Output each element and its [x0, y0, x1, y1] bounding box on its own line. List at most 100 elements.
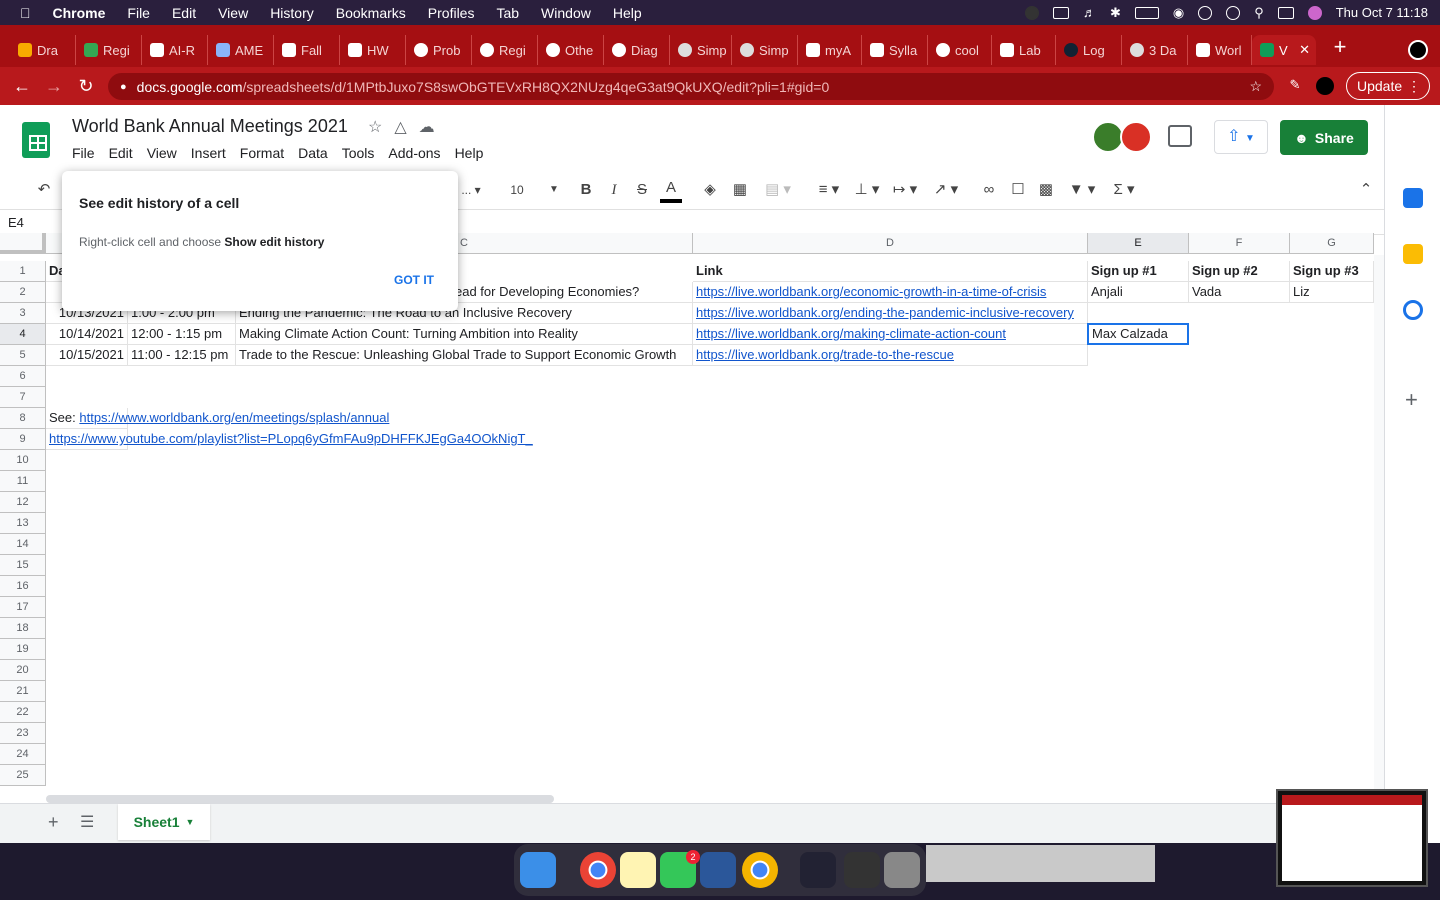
- row-header[interactable]: 14: [0, 534, 46, 555]
- tasks-icon[interactable]: [1403, 300, 1423, 320]
- word-icon[interactable]: [700, 852, 736, 888]
- horizontal-scrollbar[interactable]: [46, 795, 554, 803]
- sheets-menu-format[interactable]: Format: [240, 145, 293, 161]
- cell-a8[interactable]: See: https://www.worldbank.org/en/meetin…: [46, 408, 389, 429]
- italic-icon[interactable]: I: [604, 173, 624, 207]
- menu-window[interactable]: Window: [541, 5, 591, 21]
- browser-tab-active[interactable]: V ✕: [1252, 35, 1316, 65]
- cell-c4[interactable]: Making Climate Action Count: Turning Amb…: [236, 324, 693, 345]
- row-header[interactable]: 23: [0, 723, 46, 744]
- undo-icon[interactable]: ↶: [34, 173, 54, 207]
- row-header[interactable]: 12: [0, 492, 46, 513]
- row-header[interactable]: 10: [0, 450, 46, 471]
- browser-tab[interactable]: Worl: [1188, 35, 1252, 65]
- bluetooth-icon[interactable]: ✱: [1110, 5, 1121, 21]
- row-header[interactable]: 19: [0, 639, 46, 660]
- browser-tab[interactable]: AI-R: [142, 35, 208, 65]
- profile-avatar-icon[interactable]: [1316, 77, 1334, 95]
- address-bar[interactable]: ● docs.google.com/spreadsheets/d/1MPtbJu…: [108, 73, 1274, 100]
- documents-stack-icon[interactable]: [844, 852, 880, 888]
- cell-a4[interactable]: 10/14/2021: [46, 324, 128, 345]
- siri-icon[interactable]: [1307, 5, 1322, 20]
- filter-icon[interactable]: ▼ ▾: [1064, 173, 1100, 207]
- focus-icon[interactable]: [1024, 5, 1039, 20]
- row-header[interactable]: 22: [0, 702, 46, 723]
- cell-b4[interactable]: 12:00 - 1:15 pm: [128, 324, 236, 345]
- row-header[interactable]: 13: [0, 513, 46, 534]
- extensions-icon[interactable]: ✎: [1286, 77, 1304, 95]
- row-header[interactable]: 1: [0, 261, 46, 282]
- row-header[interactable]: 9: [0, 429, 46, 450]
- menu-history[interactable]: History: [270, 5, 314, 21]
- move-icon[interactable]: △: [394, 117, 406, 137]
- sheets-menu-help[interactable]: Help: [455, 145, 493, 161]
- strikethrough-icon[interactable]: S: [632, 173, 652, 207]
- sheets-menu-edit[interactable]: Edit: [109, 145, 142, 161]
- browser-tab[interactable]: Simp: [670, 35, 732, 65]
- cell-d1[interactable]: Link: [693, 261, 1088, 282]
- cell-a5[interactable]: 10/15/2021: [46, 345, 128, 366]
- menu-help[interactable]: Help: [613, 5, 642, 21]
- document-title[interactable]: World Bank Annual Meetings 2021: [72, 116, 348, 137]
- spreadsheet-grid[interactable]: C D E F G 1 2 3 4 5 6 7 8 9 10 11 12 13 …: [0, 233, 1384, 793]
- sheets-menu-addons[interactable]: Add-ons: [388, 145, 449, 161]
- menu-edit[interactable]: Edit: [172, 5, 196, 21]
- cloud-status-icon[interactable]: ☁: [419, 117, 435, 137]
- row-header[interactable]: 16: [0, 576, 46, 597]
- back-icon[interactable]: ←: [6, 76, 38, 97]
- cell-c5[interactable]: Trade to the Rescue: Unleashing Global T…: [236, 345, 693, 366]
- close-tab-icon[interactable]: ✕: [1299, 42, 1310, 58]
- collapse-toolbar-icon[interactable]: ⌃: [1356, 173, 1376, 207]
- align-icon[interactable]: ≡ ▾: [814, 173, 844, 207]
- row-header[interactable]: 24: [0, 744, 46, 765]
- menu-view[interactable]: View: [218, 5, 248, 21]
- link-icon[interactable]: ∞: [978, 173, 1000, 207]
- control-center-icon[interactable]: [1277, 6, 1294, 19]
- row-header[interactable]: 2: [0, 282, 46, 303]
- sheet-tab-sheet1[interactable]: Sheet1 ▼: [118, 804, 210, 840]
- time-machine-icon[interactable]: [1226, 5, 1241, 20]
- cell-d4[interactable]: https://live.worldbank.org/making-climat…: [693, 324, 1088, 345]
- row-header[interactable]: 21: [0, 681, 46, 702]
- borders-icon[interactable]: ▦: [730, 173, 750, 207]
- cell-d3[interactable]: https://live.worldbank.org/ending-the-pa…: [693, 303, 1088, 324]
- row-header[interactable]: 6: [0, 366, 46, 387]
- chrome-icon[interactable]: [580, 852, 616, 888]
- select-all-corner[interactable]: [0, 233, 46, 254]
- cell-f2[interactable]: Vada: [1189, 282, 1290, 303]
- screen-mirroring-icon[interactable]: [1052, 6, 1069, 19]
- share-button[interactable]: ☻ Share: [1280, 120, 1368, 155]
- present-button[interactable]: ⇧ ▼: [1214, 120, 1268, 154]
- spotlight-icon[interactable]: ⚲: [1254, 5, 1264, 21]
- row-header[interactable]: 25: [0, 765, 46, 786]
- row-header[interactable]: 17: [0, 597, 46, 618]
- browser-tab[interactable]: Simp: [732, 35, 798, 65]
- browser-tab[interactable]: cool: [928, 35, 992, 65]
- font-size-dropdown-icon[interactable]: ▼: [546, 173, 562, 207]
- menu-tab[interactable]: Tab: [496, 5, 519, 21]
- got-it-button[interactable]: GOT IT: [394, 273, 434, 287]
- browser-tab[interactable]: Regi: [76, 35, 142, 65]
- row-header[interactable]: 8: [0, 408, 46, 429]
- tab-search-icon[interactable]: [1408, 40, 1428, 60]
- worldbank-meetings-link[interactable]: https://www.worldbank.org/en/meetings/sp…: [79, 410, 389, 425]
- fill-color-icon[interactable]: ◈: [700, 173, 720, 207]
- update-button[interactable]: Update ⋮: [1346, 72, 1430, 100]
- vertical-scrollbar[interactable]: [1374, 255, 1384, 793]
- browser-tab[interactable]: HW: [340, 35, 406, 65]
- vertical-align-icon[interactable]: ⊥ ▾: [852, 173, 882, 207]
- cell-e1[interactable]: Sign up #1: [1088, 261, 1189, 282]
- comment-icon[interactable]: ☐: [1008, 173, 1028, 207]
- trash-icon[interactable]: [884, 852, 920, 888]
- column-header-e[interactable]: E: [1088, 233, 1189, 254]
- name-box[interactable]: E4: [0, 215, 40, 230]
- cell-g1[interactable]: Sign up #3: [1290, 261, 1374, 282]
- text-color-icon[interactable]: A: [660, 173, 682, 203]
- cell-a9-youtube-link[interactable]: https://www.youtube.com/playlist?list=PL…: [46, 429, 533, 450]
- browser-tab[interactable]: Sylla: [862, 35, 928, 65]
- chrome-canary-icon[interactable]: [742, 852, 778, 888]
- forward-icon[interactable]: →: [38, 76, 70, 97]
- add-sheet-icon[interactable]: +: [48, 812, 59, 833]
- battery-icon[interactable]: [1134, 6, 1159, 19]
- clock[interactable]: Thu Oct 7 11:18: [1336, 5, 1428, 20]
